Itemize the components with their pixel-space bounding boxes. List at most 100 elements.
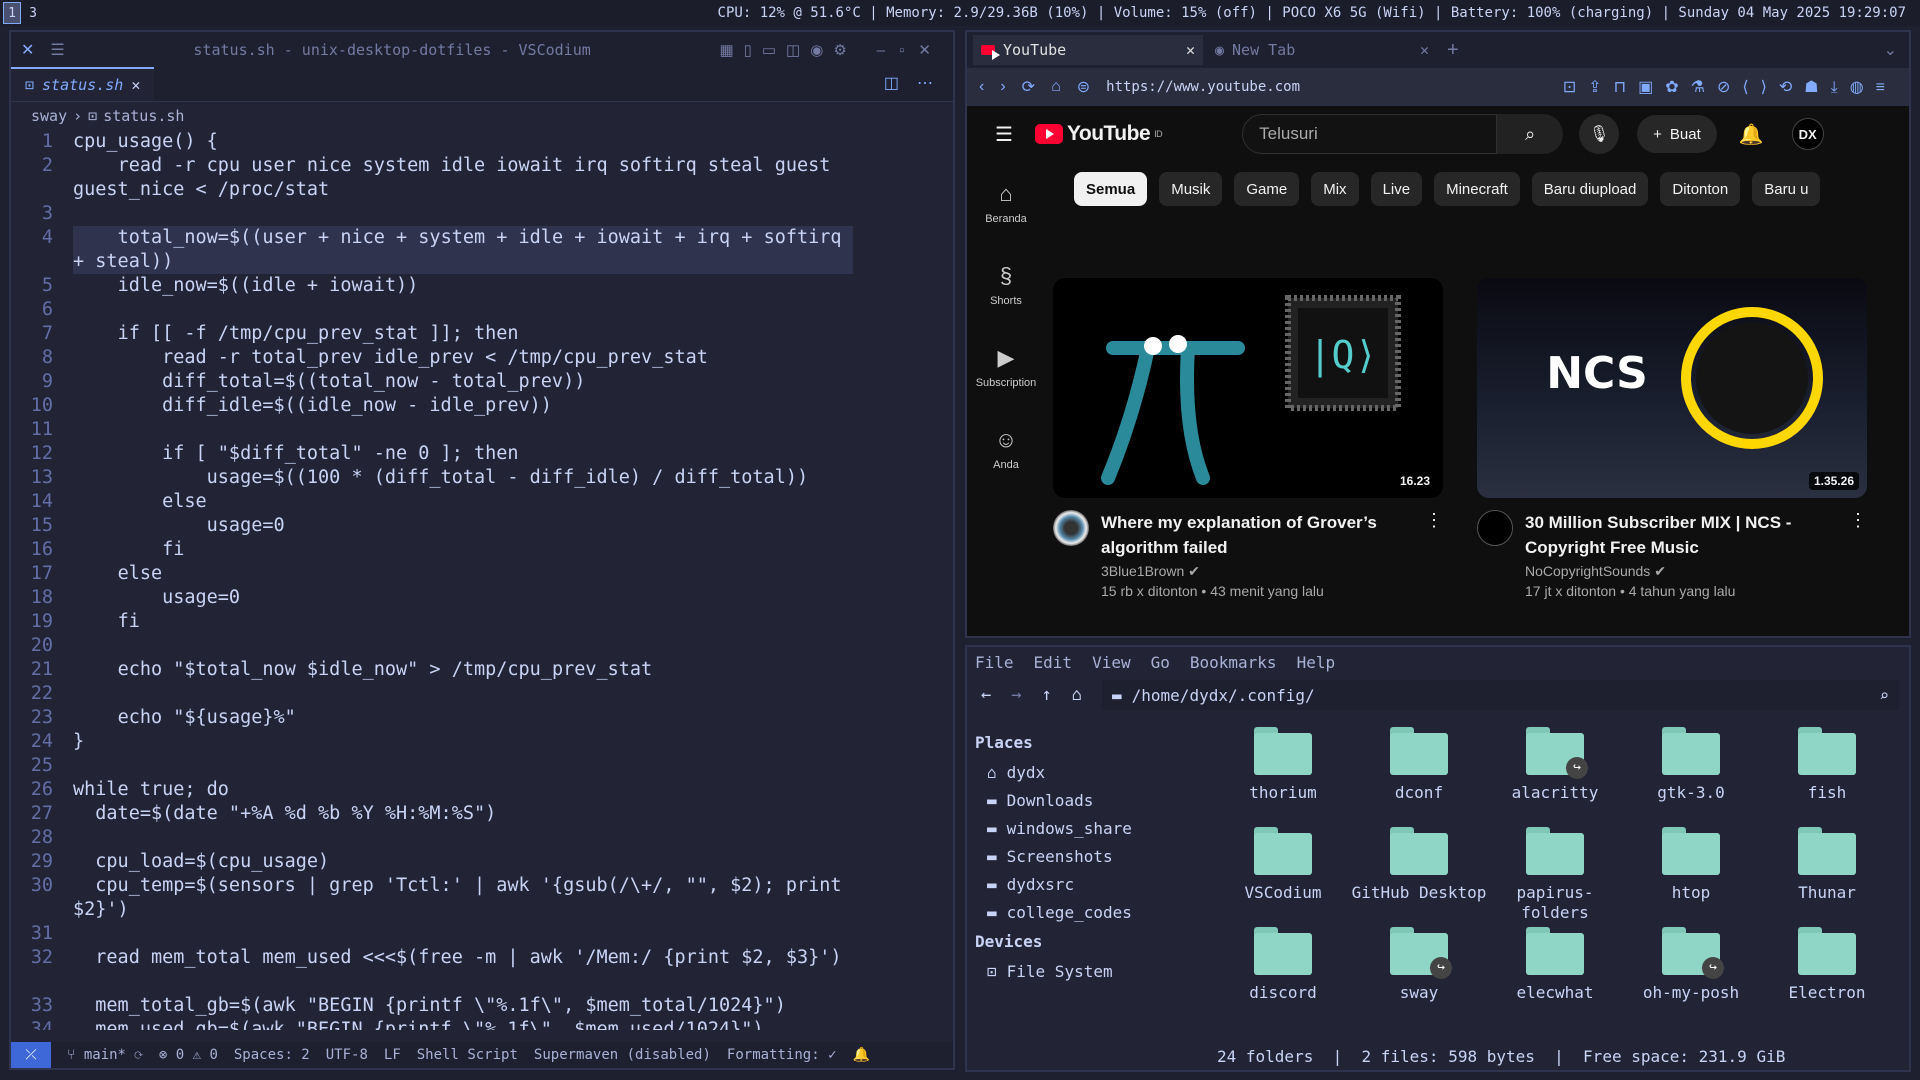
chip-filter[interactable]: Baru u bbox=[1752, 172, 1821, 206]
code-line[interactable]: 22 bbox=[11, 682, 953, 706]
code-line[interactable]: 10 diff_idle=$((idle_now - idle_prev)) bbox=[11, 394, 953, 418]
problems-indicator[interactable]: ⊗ 0 ⚠ 0 bbox=[159, 1047, 218, 1063]
sidebar-item-subscriptions[interactable]: ▶ Subscription bbox=[967, 326, 1045, 408]
chip-filter[interactable]: Minecraft bbox=[1434, 172, 1520, 206]
folder-item[interactable]: ↪ oh-my-posh bbox=[1623, 927, 1759, 1027]
chip-filter[interactable]: Game bbox=[1234, 172, 1300, 206]
folder-item[interactable]: papirus-folders bbox=[1487, 827, 1623, 927]
workspace-3[interactable]: 3 bbox=[24, 2, 42, 24]
line-ending[interactable]: LF bbox=[384, 1047, 401, 1063]
tab-youtube[interactable]: YouTube ✕ bbox=[973, 35, 1203, 65]
video-thumbnail[interactable]: |Q⟩ 16.23 bbox=[1053, 278, 1443, 498]
extension-status[interactable]: Supermaven (disabled) bbox=[534, 1047, 711, 1063]
code-line[interactable]: 8 read -r total_prev idle_prev < /tmp/cp… bbox=[11, 346, 953, 370]
new-tab-icon[interactable]: + bbox=[1447, 39, 1459, 62]
breadcrumb-folder[interactable]: sway bbox=[31, 107, 67, 125]
folder-item[interactable]: GitHub Desktop bbox=[1351, 827, 1487, 927]
workspace-1[interactable]: 1 bbox=[3, 2, 21, 24]
bell-icon[interactable]: 🔔 bbox=[853, 1047, 870, 1063]
side-item[interactable]: ▬ Screenshots bbox=[975, 842, 1199, 870]
code-line[interactable]: 13 usage=$((100 * (diff_total - diff_idl… bbox=[11, 466, 953, 490]
code-line[interactable]: 28 bbox=[11, 826, 953, 850]
site-info-icon[interactable]: ⊜ bbox=[1077, 77, 1090, 97]
side-item[interactable]: ▬ dydxsrc bbox=[975, 870, 1199, 898]
code-line[interactable]: 21 echo "$total_now $idle_now" > /tmp/cp… bbox=[11, 658, 953, 682]
video-card[interactable]: NCS 1.35.26 30 Million Subscriber MIX | … bbox=[1477, 278, 1867, 599]
home-icon[interactable]: ⌂ bbox=[1072, 685, 1082, 705]
formatting-status[interactable]: Formatting: ✓ bbox=[727, 1047, 837, 1063]
code-line[interactable]: 4 total_now=$((user + nice + system + id… bbox=[11, 226, 953, 274]
channel-name[interactable]: NoCopyrightSounds ✔ bbox=[1525, 563, 1825, 580]
code-line[interactable]: 26 while true; do bbox=[11, 778, 953, 802]
mic-button[interactable]: 🎙 bbox=[1579, 114, 1620, 154]
extension-icons[interactable]: ⊡⇪⊓▣✿⚗⊘⟨⟩⟲☗⤓◍≡ bbox=[1563, 77, 1897, 97]
hamburger-menu-icon[interactable]: ☰ bbox=[50, 40, 64, 60]
code-line[interactable]: 24} bbox=[11, 730, 953, 754]
side-item[interactable]: ⊡ File System bbox=[975, 957, 1199, 985]
tab-new-tab[interactable]: ◉ New Tab ✕ bbox=[1207, 35, 1437, 65]
channel-avatar[interactable] bbox=[1477, 510, 1513, 546]
notifications-icon[interactable]: 🔔 bbox=[1739, 122, 1764, 147]
menu-item[interactable]: Help bbox=[1297, 653, 1336, 672]
menu-item[interactable]: Edit bbox=[1034, 653, 1073, 672]
code-line[interactable]: 34 mem_used_gb=$(awk "BEGIN {printf \"%.… bbox=[11, 1018, 953, 1030]
chip-filter[interactable]: Musik bbox=[1159, 172, 1223, 206]
split-editor-icon[interactable]: ◫ bbox=[884, 73, 899, 93]
folder-item[interactable]: thorium bbox=[1215, 727, 1351, 827]
code-line[interactable]: 3 bbox=[11, 202, 953, 226]
chip-filter[interactable]: Ditonton bbox=[1660, 172, 1741, 206]
home-icon[interactable]: ⌂ bbox=[1051, 78, 1061, 96]
code-line[interactable]: 1 cpu_usage() { bbox=[11, 130, 953, 154]
code-line[interactable]: 17 else bbox=[11, 562, 953, 586]
chip-filter[interactable]: Semua bbox=[1074, 172, 1148, 206]
folder-item[interactable]: Thunar bbox=[1759, 827, 1895, 927]
search-button[interactable]: ⌕ bbox=[1497, 114, 1564, 154]
chip-filter[interactable]: Mix bbox=[1311, 172, 1359, 206]
folder-item[interactable]: discord bbox=[1215, 927, 1351, 1027]
chip-filter[interactable]: Baru diupload bbox=[1531, 172, 1649, 206]
forward-icon[interactable]: › bbox=[1000, 78, 1005, 96]
side-item[interactable]: ▬ college_codes bbox=[975, 898, 1199, 926]
code-line[interactable]: 33 mem_total_gb=$(awk "BEGIN {printf \"%… bbox=[11, 994, 953, 1018]
folder-item[interactable]: VSCodium bbox=[1215, 827, 1351, 927]
more-options-icon[interactable]: ⋮ bbox=[1425, 510, 1443, 599]
folder-item[interactable]: ↪ sway bbox=[1351, 927, 1487, 1027]
side-item[interactable]: ▬ windows_share bbox=[975, 814, 1199, 842]
code-line[interactable]: 7 if [[ -f /tmp/cpu_prev_stat ]]; then bbox=[11, 322, 953, 346]
back-icon[interactable]: ← bbox=[981, 685, 991, 705]
folder-item[interactable]: Electron bbox=[1759, 927, 1895, 1027]
sidebar-item-home[interactable]: ⌂ Beranda bbox=[967, 162, 1045, 244]
sidebar-item-you[interactable]: ☺ Anda bbox=[967, 408, 1045, 490]
reload-icon[interactable]: ⟳ bbox=[1022, 77, 1035, 97]
video-thumbnail[interactable]: NCS 1.35.26 bbox=[1477, 278, 1867, 498]
code-line[interactable]: 25 bbox=[11, 754, 953, 778]
avatar[interactable]: DX bbox=[1791, 118, 1824, 150]
tab-status-sh[interactable]: ⊡ status.sh ✕ bbox=[11, 67, 155, 101]
menu-item[interactable]: View bbox=[1092, 653, 1131, 672]
code-line[interactable]: 27 date=$(date "+%A %d %b %Y %H:%M:%S") bbox=[11, 802, 953, 826]
code-line[interactable]: 18 usage=0 bbox=[11, 586, 953, 610]
back-icon[interactable]: ‹ bbox=[979, 78, 984, 96]
code-line[interactable]: 30 cpu_temp=$(sensors | grep 'Tctl:' | a… bbox=[11, 874, 953, 922]
location-bar[interactable]: ▬ /home/dydx/.config/ ⌕ bbox=[1102, 680, 1899, 710]
video-title[interactable]: Where my explanation of Grover’s algorit… bbox=[1101, 510, 1401, 560]
menu-icon[interactable]: ☰ bbox=[995, 122, 1013, 147]
search-icon[interactable]: ⌕ bbox=[1879, 686, 1889, 705]
menu-item[interactable]: Go bbox=[1151, 653, 1170, 672]
code-line[interactable]: 2 read -r cpu user nice system idle iowa… bbox=[11, 154, 953, 202]
code-line[interactable]: 20 bbox=[11, 634, 953, 658]
more-options-icon[interactable]: ⋮ bbox=[1849, 510, 1867, 599]
code-line[interactable]: 31 bbox=[11, 922, 953, 946]
more-actions-icon[interactable]: ⋯ bbox=[917, 73, 933, 93]
folder-item[interactable]: elecwhat bbox=[1487, 927, 1623, 1027]
code-line[interactable]: 23 echo "${usage}%" bbox=[11, 706, 953, 730]
video-title[interactable]: 30 Million Subscriber MIX | NCS - Copyri… bbox=[1525, 510, 1825, 560]
code-editor[interactable]: 1 cpu_usage() {2 read -r cpu user nice sy… bbox=[11, 130, 953, 1030]
folder-item[interactable]: ↪ alacritty bbox=[1487, 727, 1623, 827]
code-line[interactable]: 32 read mem_total mem_used <<<$(free -m … bbox=[11, 946, 953, 994]
language-mode[interactable]: Shell Script bbox=[417, 1047, 518, 1063]
close-tab-icon[interactable]: ✕ bbox=[131, 76, 140, 94]
folder-item[interactable]: fish bbox=[1759, 727, 1895, 827]
code-line[interactable]: 9 diff_total=$((total_now - total_prev)) bbox=[11, 370, 953, 394]
menu-item[interactable]: Bookmarks bbox=[1190, 653, 1277, 672]
